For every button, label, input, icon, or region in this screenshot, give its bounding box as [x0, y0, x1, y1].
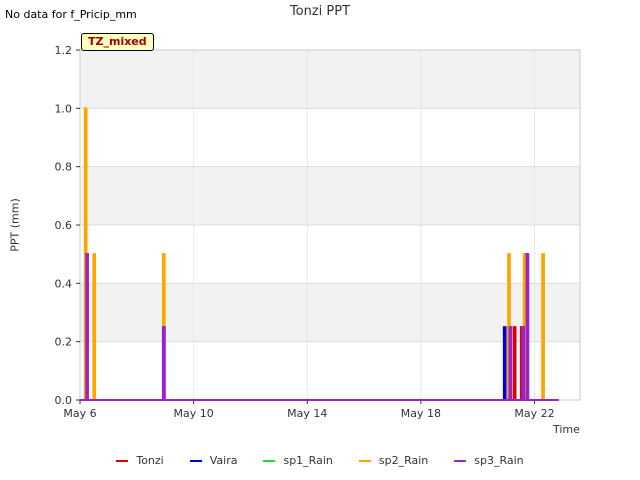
- legend-swatch: [116, 459, 129, 462]
- x-tick-label: May 6: [63, 407, 96, 420]
- y-tick-label: 0.6: [55, 219, 73, 232]
- legend: Tonzi Vaira sp1_Rain sp2_Rain sp3_Rain: [0, 454, 640, 467]
- legend-label: sp3_Rain: [474, 454, 524, 467]
- background-band: [80, 225, 580, 284]
- y-tick-label: 1.0: [55, 102, 73, 115]
- x-tick-label: May 18: [401, 407, 441, 420]
- y-tick-label: 0.2: [55, 336, 73, 349]
- x-tick-label: May 22: [514, 407, 554, 420]
- legend-swatch: [454, 459, 467, 462]
- legend-label: Vaira: [209, 454, 238, 467]
- chart-canvas: 0.0 0.2 0.4 0.6 0.8 1.0 1.2 May 6 May 10 May 14 Ma…: [55, 44, 581, 420]
- legend-item-sp2_rain: sp2_Rain: [358, 454, 429, 467]
- legend-swatch: [189, 459, 202, 462]
- legend-item-vaira: Vaira: [189, 454, 238, 467]
- background-band: [80, 50, 580, 109]
- background-band: [80, 166, 580, 225]
- y-tick-label: 1.2: [55, 44, 73, 57]
- y-tick-label: 0.4: [55, 277, 73, 290]
- x-tick-label: May 10: [174, 407, 214, 420]
- legend-item-tonzi: Tonzi: [116, 454, 164, 467]
- background-band: [80, 108, 580, 167]
- y-tick-label: 0.8: [55, 161, 73, 174]
- legend-swatch: [358, 459, 371, 462]
- site-badge: TZ_mixed: [81, 33, 154, 51]
- legend-item-sp1_rain: sp1_Rain: [263, 454, 333, 467]
- x-tick-label: May 14: [287, 407, 327, 420]
- legend-label: sp1_Rain: [283, 454, 333, 467]
- legend-label: Tonzi: [136, 454, 164, 467]
- legend-item-sp3_rain: sp3_Rain: [454, 454, 524, 467]
- legend-label: sp2_Rain: [378, 454, 429, 467]
- y-tick-label: 0.0: [55, 394, 73, 407]
- legend-swatch: [263, 459, 276, 462]
